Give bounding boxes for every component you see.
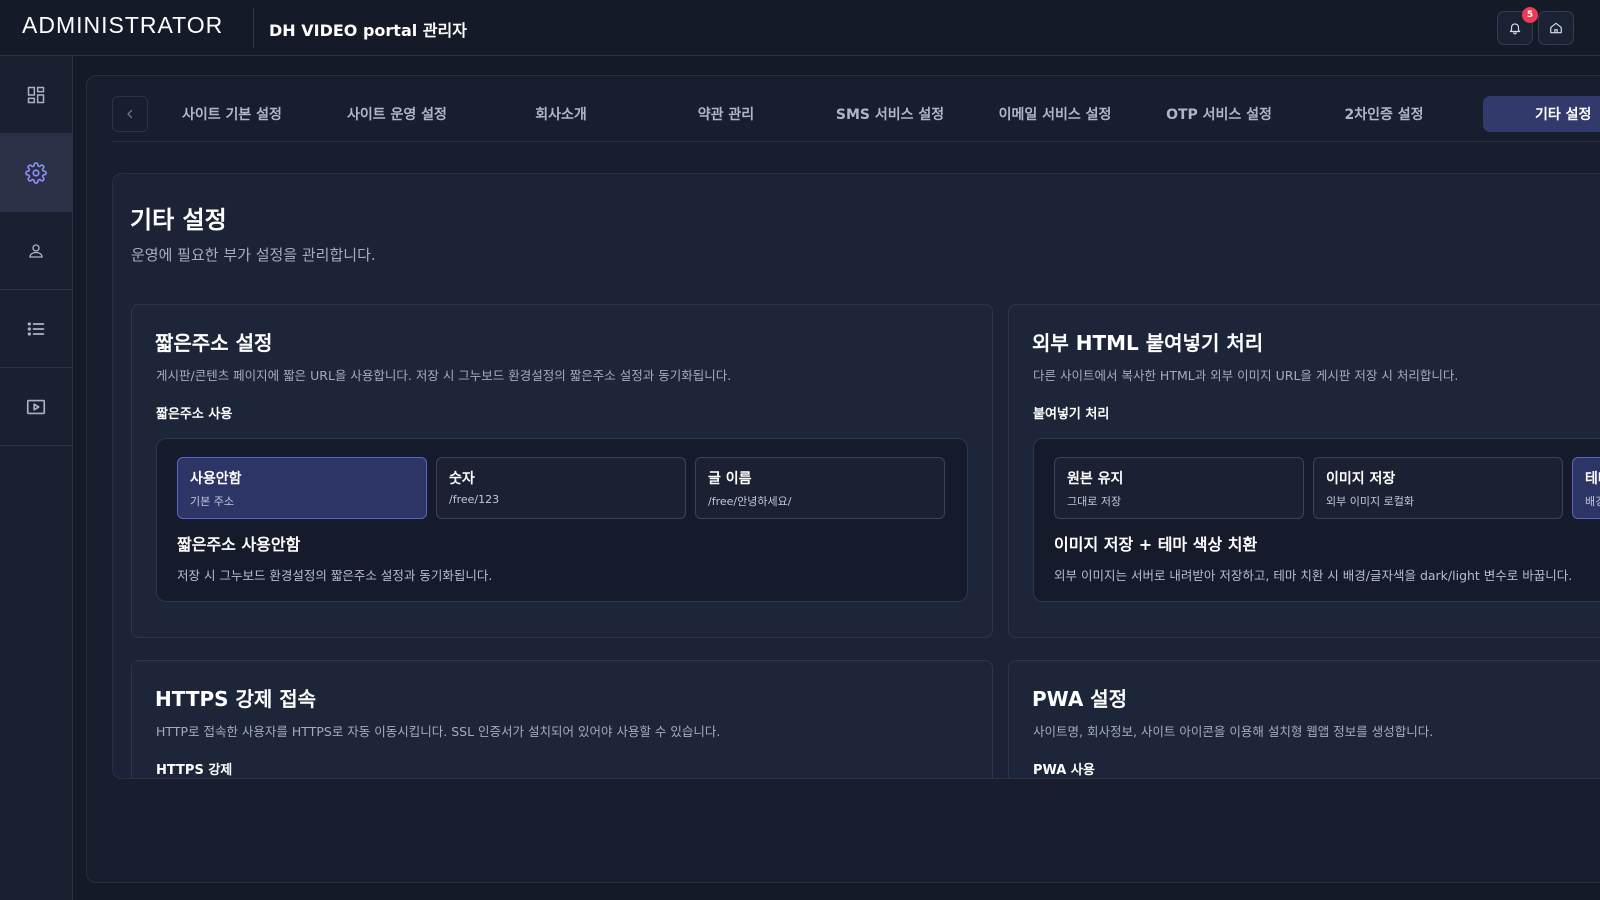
short-url-label: 짧은주소 사용 xyxy=(156,407,233,422)
short-url-description: 게시판/콘텐츠 페이지에 짧은 URL을 사용합니다. 저장 시 그누보드 환경… xyxy=(156,368,732,383)
option-title: 숫자 xyxy=(449,471,475,487)
option-sub: /free/123 xyxy=(449,493,500,506)
list-icon xyxy=(27,321,45,336)
sidebar xyxy=(0,56,73,900)
portal-title: DH VIDEO portal 관리자 xyxy=(269,21,467,40)
tab-otp[interactable]: OTP 서비스 설정 xyxy=(1143,96,1295,132)
short-url-option-number[interactable]: 숫자 /free/123 xyxy=(436,457,686,519)
option-title: 테마 xyxy=(1585,471,1600,487)
paste-selected-title: 이미지 저장 + 테마 색상 치환 xyxy=(1054,535,1258,554)
pwa-description: 사이트명, 회사정보, 사이트 아이콘을 이용해 설치형 웹앱 정보를 생성합니… xyxy=(1033,724,1434,739)
tab-terms[interactable]: 약관 관리 xyxy=(650,96,802,132)
tab-sms[interactable]: SMS 서비스 설정 xyxy=(814,96,966,132)
pwa-label: PWA 사용 xyxy=(1033,763,1095,778)
gear-icon xyxy=(25,161,47,184)
external-html-options-box: 원본 유지 그대로 저장 이미지 저장 외부 이미지 로컬화 테마 배경 이미지… xyxy=(1033,438,1600,602)
option-sub: 외부 이미지 로컬화 xyxy=(1326,495,1414,508)
external-html-title: 외부 HTML 붙여넣기 처리 xyxy=(1032,331,1264,355)
tabs-divider xyxy=(112,141,1600,142)
settings-panel: 기타 설정 운영에 필요한 부가 설정을 관리합니다. 짧은주소 설정 게시판/… xyxy=(112,173,1600,779)
paste-selected-description: 외부 이미지는 서버로 내려받아 저장하고, 테마 치환 시 배경/글자색을 d… xyxy=(1054,568,1573,583)
external-html-card: 외부 HTML 붙여넣기 처리 다른 사이트에서 복사한 HTML과 외부 이미… xyxy=(1008,304,1600,638)
chevron-left-icon xyxy=(127,109,133,119)
short-url-options-box: 사용안함 기본 주소 숫자 /free/123 글 이름 /free/안녕하세요… xyxy=(156,438,968,602)
tab-site-basic[interactable]: 사이트 기본 설정 xyxy=(156,96,308,132)
tab-email[interactable]: 이메일 서비스 설정 xyxy=(979,96,1131,132)
video-icon xyxy=(26,399,46,414)
notification-badge: 5 xyxy=(1522,7,1538,23)
notification-button[interactable]: 5 xyxy=(1497,7,1538,45)
option-title: 글 이름 xyxy=(708,471,752,487)
settings-tabs: 사이트 기본 설정 사이트 운영 설정 회사소개 약관 관리 SMS 서비스 설… xyxy=(112,96,1600,141)
option-sub: 배경 xyxy=(1585,495,1600,508)
tab-2fa[interactable]: 2차인증 설정 xyxy=(1308,96,1460,132)
tabs-prev-button[interactable] xyxy=(112,96,148,132)
main-content: 사이트 기본 설정 사이트 운영 설정 회사소개 약관 관리 SMS 서비스 설… xyxy=(86,75,1600,883)
paste-option-image-save[interactable]: 이미지 저장 외부 이미지 로컬화 xyxy=(1313,457,1563,519)
https-title: HTTPS 강제 접속 xyxy=(155,687,317,711)
short-url-card: 짧은주소 설정 게시판/콘텐츠 페이지에 짧은 URL을 사용합니다. 저장 시… xyxy=(131,304,993,638)
https-card: HTTPS 강제 접속 HTTP로 접속한 사용자를 HTTPS로 자동 이동시… xyxy=(131,660,993,778)
short-url-option-disabled[interactable]: 사용안함 기본 주소 xyxy=(177,457,427,519)
bell-icon xyxy=(1509,23,1521,35)
option-title: 사용안함 xyxy=(190,471,242,487)
top-bar: ADMINISTRATOR DH VIDEO portal 관리자 5 xyxy=(0,0,1600,56)
pwa-card: PWA 설정 사이트명, 회사정보, 사이트 아이콘을 이용해 설치형 웹앱 정… xyxy=(1008,660,1600,778)
home-button[interactable] xyxy=(1538,11,1574,45)
home-icon xyxy=(1550,22,1562,34)
short-url-option-name[interactable]: 글 이름 /free/안녕하세요/ xyxy=(695,457,945,519)
sidebar-item-settings[interactable] xyxy=(0,134,72,212)
https-label: HTTPS 강제 xyxy=(156,763,233,778)
tab-etc[interactable]: 기타 설정 xyxy=(1483,96,1600,132)
user-icon xyxy=(29,243,43,258)
sidebar-item-list[interactable] xyxy=(0,290,72,368)
sidebar-item-users[interactable] xyxy=(0,212,72,290)
short-url-title: 짧은주소 설정 xyxy=(155,331,273,355)
option-sub: 기본 주소 xyxy=(190,495,234,508)
option-title: 원본 유지 xyxy=(1067,471,1124,487)
option-sub: /free/안녕하세요/ xyxy=(708,495,792,508)
tab-company[interactable]: 회사소개 xyxy=(485,96,637,132)
https-description: HTTP로 접속한 사용자를 HTTPS로 자동 이동시킵니다. SSL 인증서… xyxy=(156,724,721,739)
external-html-description: 다른 사이트에서 복사한 HTML과 외부 이미지 URL을 게시판 저장 시 … xyxy=(1033,368,1459,383)
page-description: 운영에 필요한 부가 설정을 관리합니다. xyxy=(131,246,376,264)
paste-option-original[interactable]: 원본 유지 그대로 저장 xyxy=(1054,457,1304,519)
external-html-label: 붙여넣기 처리 xyxy=(1033,407,1110,422)
brand-logo[interactable]: ADMINISTRATOR xyxy=(22,12,223,39)
pwa-title: PWA 설정 xyxy=(1032,687,1128,711)
page-title: 기타 설정 xyxy=(130,206,227,234)
sidebar-item-dashboard[interactable] xyxy=(0,56,72,134)
option-sub: 그대로 저장 xyxy=(1067,495,1122,508)
option-title: 이미지 저장 xyxy=(1326,471,1396,487)
short-url-selected-title: 짧은주소 사용안함 xyxy=(177,535,301,554)
dashboard-icon xyxy=(27,86,45,103)
tab-site-operation[interactable]: 사이트 운영 설정 xyxy=(321,96,473,132)
paste-option-theme[interactable]: 테마 배경 xyxy=(1572,457,1600,519)
header-divider xyxy=(253,8,254,48)
short-url-selected-description: 저장 시 그누보드 환경설정의 짧은주소 설정과 동기화됩니다. xyxy=(177,568,493,583)
sidebar-item-video[interactable] xyxy=(0,368,72,446)
